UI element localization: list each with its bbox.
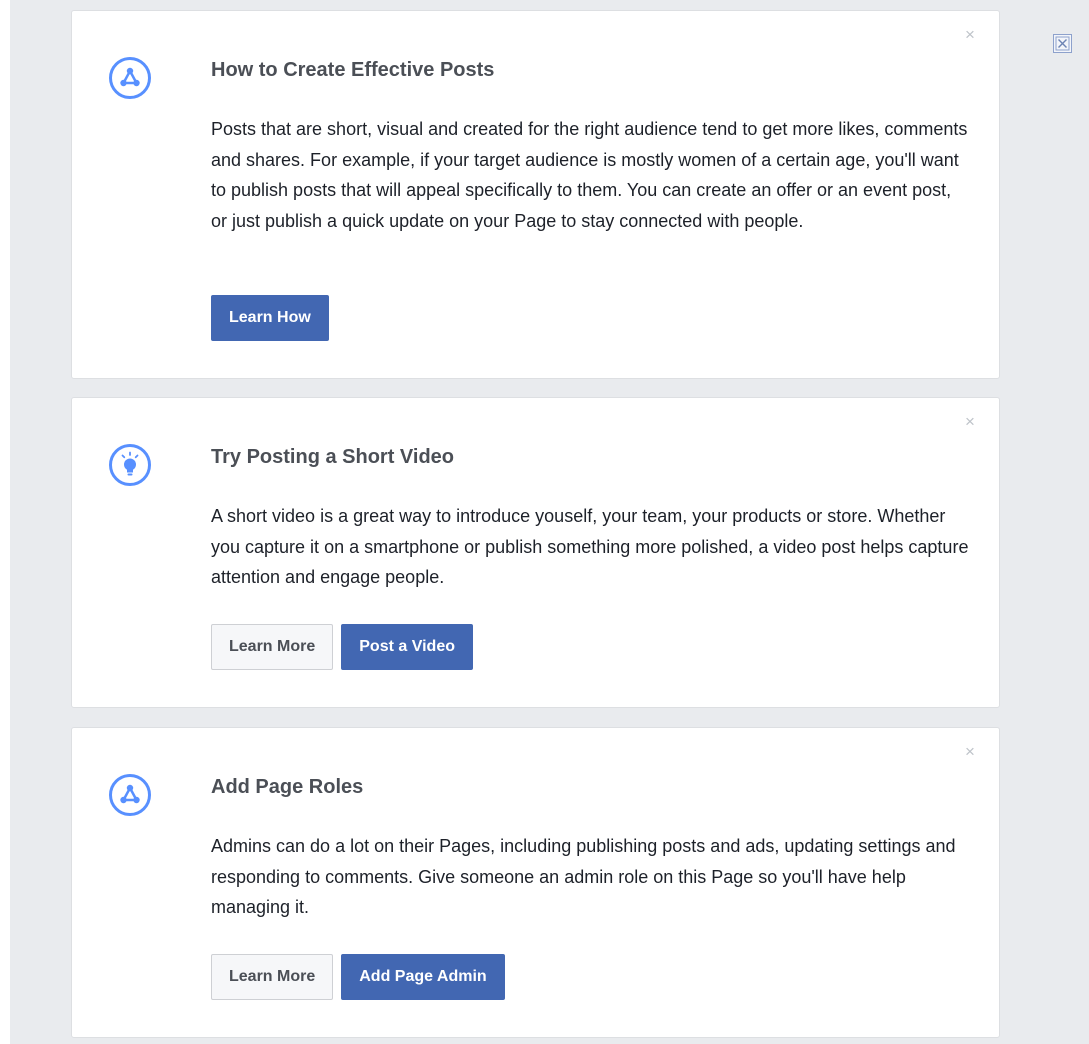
- tip-card-page-roles: Add Page Roles Admins can do a lot on th…: [71, 727, 1000, 1038]
- add-page-admin-button[interactable]: Add Page Admin: [341, 954, 505, 1000]
- card-actions: Learn More Post a Video: [211, 624, 473, 670]
- learn-more-button[interactable]: Learn More: [211, 624, 334, 670]
- dismiss-card-button[interactable]: ×: [963, 26, 977, 43]
- learn-how-button[interactable]: Learn How: [211, 295, 329, 341]
- close-panel-button[interactable]: [1053, 34, 1072, 53]
- tip-card-short-video: Try Posting a Short Video A short video …: [71, 397, 1000, 708]
- post-video-button[interactable]: Post a Video: [341, 624, 473, 670]
- dismiss-card-button[interactable]: ×: [963, 413, 977, 430]
- card-title: How to Create Effective Posts: [211, 59, 495, 81]
- dismiss-card-button[interactable]: ×: [963, 743, 977, 760]
- close-box-icon: [1055, 36, 1070, 51]
- lightbulb-icon: [108, 443, 152, 487]
- learn-more-button[interactable]: Learn More: [211, 954, 334, 1000]
- card-title: Add Page Roles: [211, 776, 364, 798]
- share-nodes-icon: [108, 773, 152, 817]
- card-actions: Learn More Add Page Admin: [211, 954, 505, 1000]
- card-description: A short video is a great way to introduc…: [211, 506, 969, 587]
- card-description: Posts that are short, visual and created…: [211, 119, 968, 231]
- share-nodes-icon: [108, 56, 152, 100]
- card-actions: Learn How: [211, 295, 329, 341]
- card-title: Try Posting a Short Video: [211, 446, 455, 468]
- card-description: Admins can do a lot on their Pages, incl…: [211, 836, 956, 917]
- tip-card-effective-posts: How to Create Effective Posts Posts that…: [71, 10, 1000, 379]
